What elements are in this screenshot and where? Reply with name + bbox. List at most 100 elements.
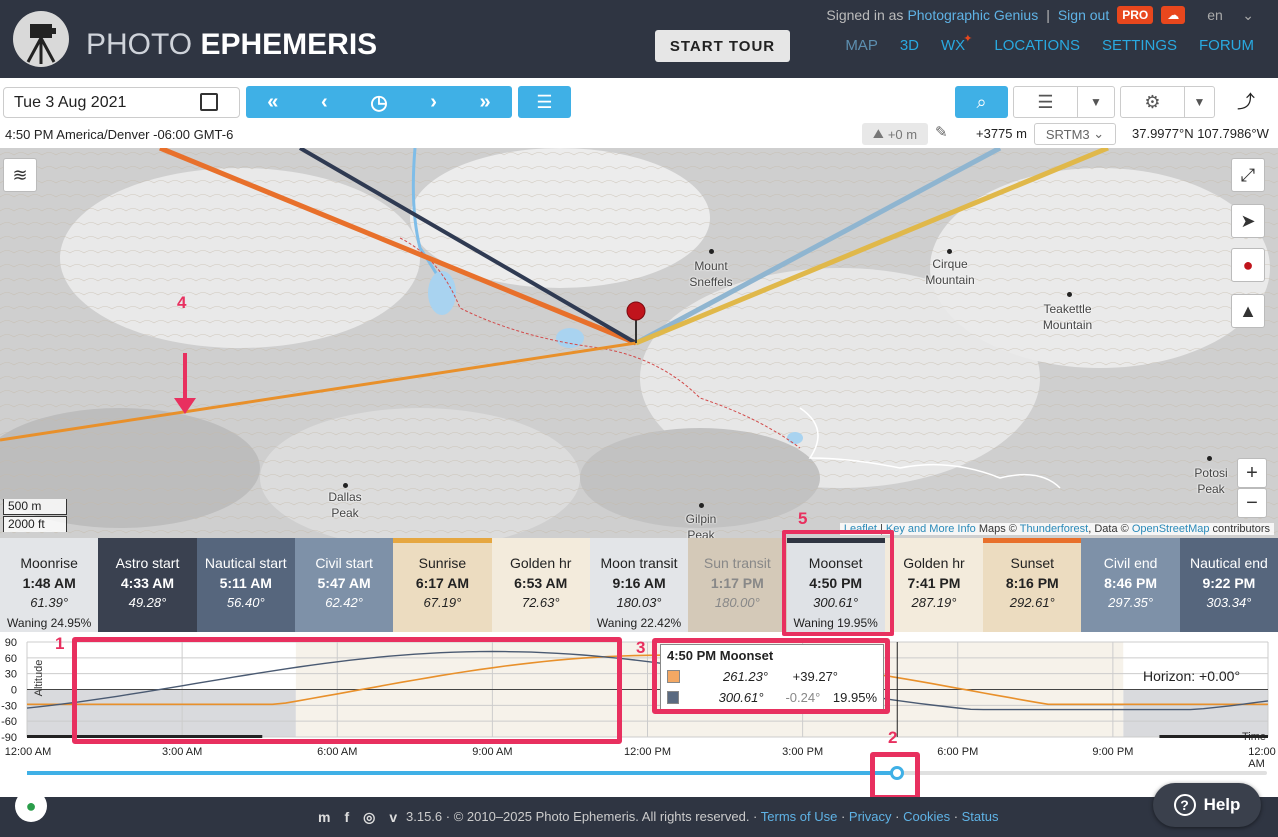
menu-icon: ☰ <box>1014 87 1078 117</box>
event-card[interactable]: Moonrise 1:48 AM 61.39° Waning 24.95% <box>0 538 99 632</box>
y-tick-label: 30 <box>5 669 17 681</box>
privacy-link[interactable]: Privacy <box>849 809 892 824</box>
green-pin-icon[interactable]: ● <box>15 790 47 822</box>
event-card[interactable]: Sun transit 1:17 PM 180.00° <box>688 538 787 632</box>
pro-badge[interactable]: PRO <box>1117 6 1154 24</box>
event-time: 4:33 AM <box>120 575 175 591</box>
peak-marker <box>1067 292 1072 297</box>
nav-map[interactable]: MAP <box>845 37 878 54</box>
x-tick-label: 12:00 AM <box>4 746 52 758</box>
calendar-icon[interactable] <box>200 93 218 111</box>
mountain-icon: ⛰ <box>872 126 884 141</box>
question-icon: ? <box>1173 794 1196 816</box>
cookies-link[interactable]: Cookies <box>903 809 950 824</box>
y-tick-label: -90 <box>1 732 17 744</box>
nav-3d[interactable]: 3D <box>900 37 919 54</box>
location-pin-icon[interactable] <box>626 301 646 321</box>
share-icon[interactable]: ⤴ <box>1232 88 1260 116</box>
event-card[interactable]: Nautical start 5:11 AM 56.40° <box>196 538 295 632</box>
language-select[interactable]: en ⌄ <box>1207 7 1254 24</box>
cloud-icon[interactable]: ☁ <box>1161 6 1186 24</box>
map-view[interactable]: ≋ ⤢ ➤ ● ▲ + − Mount Sneffels Cirque Moun… <box>0 148 1278 538</box>
event-name: Astro start <box>115 555 180 571</box>
settings-menu-button[interactable]: ⚙ ▼ <box>1120 86 1215 118</box>
secondary-pin-icon[interactable]: ▲ <box>1231 294 1265 328</box>
peak-marker <box>699 503 704 508</box>
annotation-box-2 <box>870 752 920 800</box>
red-pin-icon[interactable]: ● <box>1231 248 1265 282</box>
camera-tripod-logo[interactable] <box>12 10 70 68</box>
event-card[interactable]: Golden hr 7:41 PM 287.19° <box>884 538 984 632</box>
event-card[interactable]: Sunset 8:16 PM 292.61° <box>983 538 1082 632</box>
event-name: Nautical start <box>204 555 287 571</box>
list-icon[interactable]: ☰ <box>518 86 571 118</box>
user-name-link[interactable]: Photographic Genius <box>907 7 1038 23</box>
event-card[interactable]: Civil end 8:46 PM 297.35° <box>1081 538 1180 632</box>
event-name: Golden hr <box>509 555 572 571</box>
sign-out-link[interactable]: Sign out <box>1058 7 1109 23</box>
place-label: Dallas Peak <box>328 490 362 520</box>
thunderforest-link[interactable]: Thunderforest <box>1020 523 1088 535</box>
nav-settings[interactable]: SETTINGS <box>1102 37 1177 54</box>
time-slider[interactable] <box>27 771 1267 775</box>
fullscreen-icon[interactable]: ⤢ <box>1231 158 1265 192</box>
status-link[interactable]: Status <box>962 809 999 824</box>
event-card[interactable]: Moon transit 9:16 AM 180.03° Waning 22.42% <box>589 538 689 632</box>
event-card[interactable]: Sunrise 6:17 AM 67.19° <box>393 538 492 632</box>
event-name: Moonrise <box>20 555 78 571</box>
key-link[interactable]: Key and More Info <box>886 523 976 535</box>
event-time: 6:53 AM <box>514 575 568 591</box>
search-icon[interactable]: ⌕ <box>955 86 1008 118</box>
event-extra: Waning 24.95% <box>7 616 92 630</box>
map-canvas[interactable] <box>0 148 1278 538</box>
y-tick-label: -60 <box>1 716 17 728</box>
annotation-number: 2 <box>888 728 898 747</box>
nav-forum[interactable]: FORUM <box>1199 37 1254 54</box>
osm-link[interactable]: OpenStreetMap <box>1132 523 1210 535</box>
event-time: 8:46 PM <box>1104 575 1158 591</box>
place-label: Teakettle Mountain <box>1042 302 1093 332</box>
event-card[interactable]: Astro start 4:33 AM 49.28° <box>98 538 197 632</box>
separator: | <box>1046 7 1050 23</box>
event-azimuth: 303.34° <box>1206 595 1252 610</box>
event-extra: Waning 22.42% <box>596 616 682 630</box>
event-card[interactable]: Civil start 5:47 AM 62.42° <box>294 538 394 632</box>
date-picker[interactable]: Tue 3 Aug 2021 <box>3 87 240 118</box>
dem-select[interactable]: SRTM3 ⌄ <box>1034 123 1116 145</box>
navigation-arrow-icon[interactable]: ➤ <box>1231 204 1265 238</box>
gear-icon: ⚙ <box>1121 87 1185 117</box>
facebook-icon[interactable]: f <box>344 809 349 826</box>
layers-menu-button[interactable]: ☰ ▼ <box>1013 86 1115 118</box>
event-card[interactable]: Golden hr 6:53 AM 72.63° <box>491 538 590 632</box>
event-name: Civil start <box>315 555 373 571</box>
terms-link[interactable]: Terms of Use <box>761 809 838 824</box>
event-card[interactable]: Nautical end 9:22 PM 303.34° <box>1179 538 1278 632</box>
peak-marker <box>1207 456 1212 461</box>
map-scale: 500 m 2000 ft <box>3 499 67 532</box>
prev-day-icon[interactable]: « <box>267 91 278 114</box>
instagram-icon[interactable]: ◎ <box>363 809 375 826</box>
mastodon-icon[interactable]: m <box>318 809 330 826</box>
coordinates-readout: 37.9977°N 107.7986°W <box>1132 126 1269 141</box>
event-time: 1:17 PM <box>710 575 764 591</box>
x-tick-label: 12:00 PM <box>623 746 672 758</box>
prev-event-icon[interactable]: ‹ <box>321 91 328 114</box>
layers-icon[interactable]: ≋ <box>3 158 37 192</box>
event-name: Civil end <box>1103 555 1158 571</box>
nav-wx[interactable]: WX✦ <box>941 33 972 54</box>
start-tour-button[interactable]: START TOUR <box>655 30 790 62</box>
elevation-offset[interactable]: ⛰ +0 m <box>862 123 928 145</box>
next-day-icon[interactable]: » <box>480 91 491 114</box>
brand-title: PHOTO EPHEMERIS <box>86 28 378 61</box>
next-event-icon[interactable]: › <box>430 91 437 114</box>
help-button[interactable]: ? Help <box>1153 783 1261 827</box>
clock-icon[interactable]: ◷ <box>370 90 387 115</box>
user-bar: Signed in as Photographic Genius | Sign … <box>826 6 1254 24</box>
peak-marker <box>343 483 348 488</box>
event-time: 6:17 AM <box>415 575 469 591</box>
peak-marker <box>947 249 952 254</box>
pencil-icon[interactable]: ✎ <box>935 123 948 141</box>
vimeo-icon[interactable]: v <box>389 809 397 826</box>
event-azimuth: 287.19° <box>911 595 957 610</box>
nav-locations[interactable]: LOCATIONS <box>994 37 1080 54</box>
